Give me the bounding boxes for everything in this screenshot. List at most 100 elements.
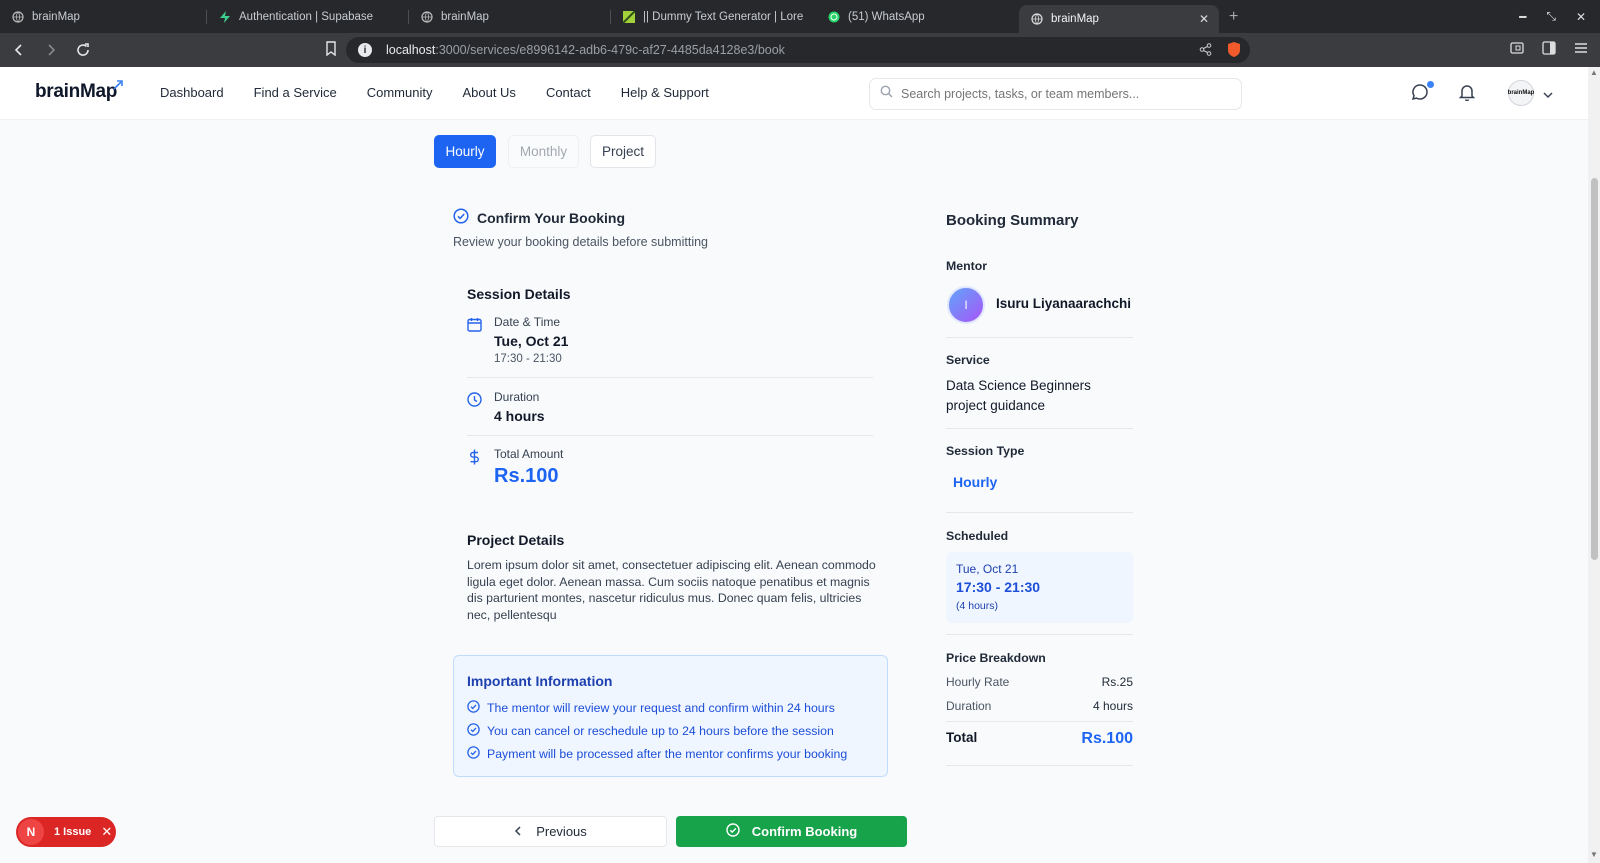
hourly-rate-label: Hourly Rate (946, 675, 1010, 689)
nav-find-service[interactable]: Find a Service (254, 85, 337, 100)
duration-price-row: Duration 4 hours (946, 699, 1133, 713)
supabase-icon (220, 10, 230, 23)
hourly-rate-row: Hourly Rate Rs.25 (946, 675, 1133, 689)
browser-tab-bar: brainMap Authentication | Supabase brain… (0, 0, 1600, 33)
confirm-subtitle: Review your booking details before submi… (453, 235, 708, 249)
summary-title: Booking Summary (946, 212, 1079, 229)
reload-icon[interactable] (70, 37, 96, 63)
important-info-box: Important Information The mentor will re… (453, 655, 888, 777)
check-circle-icon (453, 208, 469, 227)
url-host: localhost (386, 43, 436, 57)
minimize-icon[interactable]: ━ (1519, 10, 1526, 24)
browser-tab[interactable]: (51) WhatsApp (816, 0, 1016, 33)
search-box (869, 78, 1242, 110)
project-description: Lorem ipsum dolor sit amet, consectetuer… (467, 558, 876, 622)
brave-shield-icon[interactable] (1226, 41, 1242, 61)
session-details-title: Session Details (467, 286, 571, 302)
info-item: You can cancel or reschedule up to 24 ho… (467, 723, 834, 739)
scheduled-date: Tue, Oct 21 (956, 562, 1019, 576)
info-item: The mentor will review your request and … (467, 700, 835, 716)
duration-row: Duration 4 hours (467, 390, 873, 430)
chevron-down-icon[interactable] (1543, 86, 1553, 104)
close-icon[interactable]: ✕ (101, 824, 112, 840)
browser-tab[interactable]: Authentication | Supabase (207, 0, 408, 33)
date-time-row: Date & Time Tue, Oct 21 17:30 - 21:30 (467, 315, 873, 369)
window-controls: ━ ⤡ ✕ (1519, 0, 1586, 33)
address-bar: i localhost:3000/services/e8996142-adb6-… (0, 33, 1600, 67)
nav-help[interactable]: Help & Support (621, 85, 709, 100)
chevron-left-icon (514, 824, 522, 839)
tab-title: brainMap (32, 10, 80, 23)
nav-dashboard[interactable]: Dashboard (160, 85, 224, 100)
close-window-icon[interactable]: ✕ (1576, 10, 1586, 24)
scroll-down-icon[interactable]: ▼ (1590, 850, 1598, 859)
check-circle-icon (467, 746, 480, 762)
chat-icon[interactable] (1411, 83, 1429, 106)
search-input[interactable] (901, 87, 1221, 101)
menu-icon[interactable] (1574, 41, 1588, 60)
session-type-hourly[interactable]: Hourly (434, 135, 496, 168)
site-info-icon[interactable]: i (358, 43, 372, 57)
new-tab-icon[interactable]: + (1219, 8, 1248, 26)
user-avatar[interactable]: brainMap (1508, 80, 1534, 106)
nav-contact[interactable]: Contact (546, 85, 591, 100)
confirm-booking-button[interactable]: Confirm Booking (676, 816, 907, 847)
previous-button[interactable]: Previous (434, 816, 667, 847)
amount-value: Rs.100 (494, 465, 559, 487)
info-item-text: You can cancel or reschedule up to 24 ho… (487, 724, 834, 738)
browser-tab-active[interactable]: brainMap ✕ (1019, 5, 1219, 33)
check-circle-icon (467, 700, 480, 716)
close-tab-icon[interactable]: ✕ (1199, 12, 1209, 26)
info-title: Important Information (467, 673, 613, 689)
restore-icon[interactable]: ⤡ (1546, 9, 1556, 24)
wallet-icon[interactable] (1510, 41, 1524, 60)
previous-label: Previous (536, 824, 587, 839)
sidebar-toggle-icon[interactable] (1542, 41, 1556, 60)
session-type-value: Hourly (953, 474, 998, 490)
amount-label: Total Amount (494, 447, 564, 461)
tab-title: brainMap (1051, 13, 1099, 25)
session-type-label: Session Type (946, 444, 1025, 458)
mentor-name: Isuru Liyanaarachchi (996, 296, 1132, 311)
share-icon[interactable] (1199, 43, 1212, 59)
scrollbar-thumb[interactable] (1591, 178, 1598, 560)
dev-issue-badge[interactable]: N 1 Issue ✕ (16, 817, 116, 847)
total-value: Rs.100 (1081, 730, 1133, 747)
duration-label: Duration (494, 390, 540, 404)
dollar-icon (467, 449, 482, 470)
scheduled-duration: (4 hours) (956, 600, 999, 612)
nav-community[interactable]: Community (367, 85, 433, 100)
browser-tab[interactable]: brainMap (0, 0, 206, 33)
time-value: 17:30 - 21:30 (494, 353, 562, 365)
browser-tab[interactable]: brainMap (409, 0, 610, 33)
whatsapp-icon (828, 11, 840, 22)
bookmark-icon[interactable] (325, 41, 337, 61)
date-time-label: Date & Time (494, 315, 561, 329)
app-header: brainMap Dashboard Find a Service Commun… (0, 67, 1588, 120)
session-type-project[interactable]: Project (590, 135, 656, 168)
chat-unread-dot (1427, 81, 1434, 88)
search-icon (880, 85, 893, 103)
brand-logo[interactable]: brainMap (35, 81, 117, 103)
forward-icon[interactable] (38, 37, 64, 63)
nav-about[interactable]: About Us (462, 85, 515, 100)
divider (946, 337, 1133, 338)
url-field[interactable]: i localhost:3000/services/e8996142-adb6-… (346, 37, 1250, 63)
scheduled-card: Tue, Oct 21 17:30 - 21:30 (4 hours) (946, 552, 1133, 623)
tab-title: || Dummy Text Generator | Lore (643, 10, 804, 23)
price-breakdown-label: Price Breakdown (946, 651, 1046, 665)
scroll-up-icon[interactable]: ▲ (1590, 68, 1598, 77)
scheduled-time: 17:30 - 21:30 (956, 579, 1041, 595)
nextjs-logo-icon: N (18, 819, 44, 845)
divider (467, 377, 873, 378)
browser-tab[interactable]: || Dummy Text Generator | Lore (611, 0, 816, 33)
duration-value: 4 hours (494, 408, 545, 424)
info-item-text: Payment will be processed after the ment… (487, 747, 848, 761)
issue-count: 1 Issue (54, 826, 92, 838)
tab-title: Authentication | Supabase (239, 10, 374, 23)
bell-icon[interactable] (1458, 83, 1476, 106)
divider (946, 634, 1133, 635)
info-item-text: The mentor will review your request and … (487, 701, 835, 715)
back-icon[interactable] (6, 37, 32, 63)
session-type-monthly[interactable]: Monthly (508, 135, 579, 168)
